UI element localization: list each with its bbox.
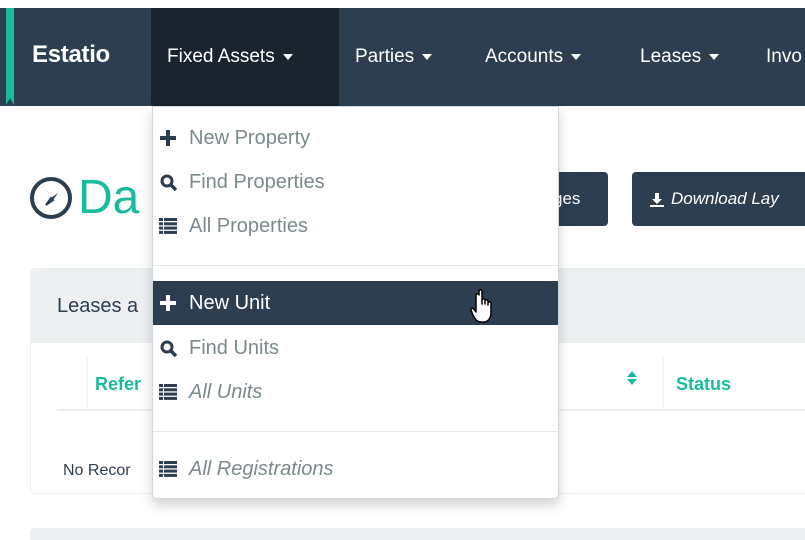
download-icon <box>650 192 664 207</box>
column-header-status[interactable]: Status <box>676 374 731 395</box>
menu-item-label: All Units <box>189 380 263 403</box>
nav-fixed-assets-label: Fixed Assets <box>167 46 275 67</box>
nav-accounts-label: Accounts <box>485 46 564 67</box>
menu-item-label: Find Properties <box>189 170 325 193</box>
menu-item-new-property[interactable]: New Property <box>153 116 558 160</box>
brand-accent-ribbon <box>6 8 14 105</box>
menu-item-label: New Unit <box>189 291 271 314</box>
download-layout-label: Download Lay <box>671 189 779 208</box>
list-icon <box>158 459 178 479</box>
nav-accounts[interactable]: Accounts <box>469 8 597 106</box>
caret-down-icon <box>422 54 433 60</box>
hand-cursor-icon <box>470 289 498 330</box>
column-divider <box>663 357 664 409</box>
column-header-reference[interactable]: Refer <box>95 374 141 395</box>
nav-invoices[interactable]: Invo <box>750 8 805 106</box>
plus-icon <box>158 293 178 313</box>
menu-item-all-registrations[interactable]: All Registrations <box>153 447 558 491</box>
page-title: Da <box>30 170 139 225</box>
brand-logo[interactable]: Estatio <box>32 41 110 69</box>
list-icon <box>158 216 178 236</box>
panel-heading-text: Leases a <box>57 294 139 317</box>
second-panel <box>30 528 805 540</box>
menu-item-all-properties[interactable]: All Properties <box>153 204 558 248</box>
menu-item-label: All Properties <box>189 214 308 237</box>
search-icon <box>158 338 178 358</box>
nav-invoices-label: Invo <box>766 46 802 67</box>
caret-down-icon <box>709 54 720 60</box>
menu-item-find-properties[interactable]: Find Properties <box>153 160 558 204</box>
menu-item-label: All Registrations <box>189 457 334 480</box>
no-records-text: No Recor <box>63 462 131 479</box>
top-strip <box>0 0 805 8</box>
list-icon <box>158 382 178 402</box>
nav-fixed-assets[interactable]: Fixed Assets <box>151 8 339 106</box>
caret-down-icon <box>282 54 293 60</box>
menu-item-label: New Property <box>189 126 311 149</box>
nav-parties-label: Parties <box>355 46 415 67</box>
nav-leases[interactable]: Leases <box>624 8 735 106</box>
download-layout-button[interactable]: Download Lay <box>632 172 805 226</box>
menu-item-label: Find Units <box>189 336 280 359</box>
menu-item-find-units[interactable]: Find Units <box>153 326 558 370</box>
sort-icon[interactable] <box>627 371 637 385</box>
caret-down-icon <box>571 54 582 60</box>
menu-item-all-units[interactable]: All Units <box>153 370 558 414</box>
menu-divider <box>153 265 558 266</box>
column-divider <box>87 357 88 409</box>
nav-parties[interactable]: Parties <box>339 8 448 106</box>
search-icon <box>158 172 178 192</box>
page-title-text: Da <box>78 171 140 224</box>
compass-icon <box>30 176 72 219</box>
plus-icon <box>158 128 178 148</box>
menu-divider <box>153 431 558 432</box>
nav-leases-label: Leases <box>640 46 702 67</box>
